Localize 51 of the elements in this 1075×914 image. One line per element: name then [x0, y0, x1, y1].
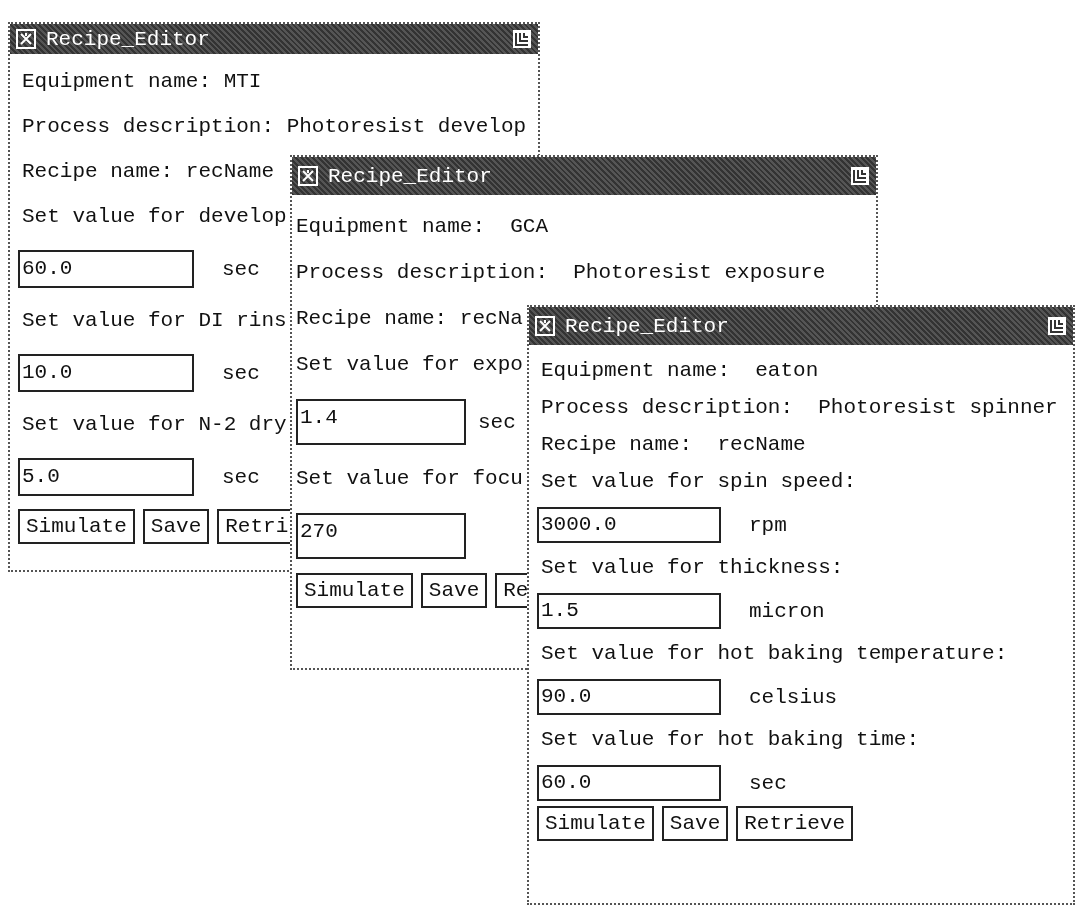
- close-icon[interactable]: [16, 29, 36, 49]
- unit-label: sec: [749, 771, 787, 795]
- action-button[interactable]: Simulate: [537, 806, 654, 841]
- maximize-icon[interactable]: [850, 166, 870, 186]
- form-label: Set value for hot baking temperature:: [541, 642, 1008, 666]
- action-button[interactable]: Save: [420, 573, 488, 608]
- close-icon[interactable]: [535, 316, 555, 336]
- unit-label: celsius: [749, 685, 838, 709]
- unit-label: micron: [749, 599, 825, 623]
- form-label: Equipment name: MTI: [22, 70, 262, 94]
- form-label: Process description: Photoresist spinner: [541, 396, 1058, 420]
- maximize-icon[interactable]: [1047, 316, 1067, 336]
- action-button[interactable]: Retrieve: [736, 806, 854, 841]
- action-button[interactable]: Save: [661, 806, 729, 841]
- unit-label: rpm: [749, 513, 787, 537]
- form-label: Equipment name: GCA: [296, 215, 549, 239]
- action-button[interactable]: Simulate: [18, 509, 135, 544]
- input-field[interactable]: 5.0: [18, 458, 194, 496]
- window-title: Recipe_Editor: [565, 314, 729, 338]
- form-label: Set value for spin speed:: [541, 470, 857, 494]
- unit-label: sec: [222, 361, 260, 385]
- form-label: Set value for hot baking time:: [541, 728, 920, 752]
- input-field[interactable]: 60.0: [537, 765, 721, 801]
- form-label: Process description: Photoresist exposure: [296, 261, 826, 285]
- form-label: Recipe name: recName: [22, 160, 275, 184]
- form-label: Set value for focu: [296, 467, 523, 491]
- form-label: Process description: Photoresist develop: [22, 115, 527, 139]
- input-field[interactable]: 3000.0: [537, 507, 721, 543]
- input-field[interactable]: 10.0: [18, 354, 194, 392]
- window-title: Recipe_Editor: [46, 27, 210, 51]
- form-label: Recipe name: recName: [541, 433, 806, 457]
- action-button[interactable]: Save: [142, 509, 210, 544]
- form-label: Set value for expo: [296, 353, 523, 377]
- input-field[interactable]: 270: [296, 513, 466, 559]
- form-label: Recipe name: recNa: [296, 307, 523, 331]
- close-icon[interactable]: [298, 166, 318, 186]
- form-label: Set value for thickness:: [541, 556, 844, 580]
- form-label: Set value for N-2 dry: [22, 413, 287, 437]
- input-field[interactable]: 1.5: [537, 593, 721, 629]
- maximize-icon[interactable]: [512, 29, 532, 49]
- input-field[interactable]: 60.0: [18, 250, 194, 288]
- unit-label: sec: [222, 465, 260, 489]
- unit-label: sec: [478, 410, 516, 434]
- form-label: Set value for develop: [22, 205, 287, 229]
- window-title: Recipe_Editor: [328, 164, 492, 188]
- unit-label: sec: [222, 257, 260, 281]
- input-field[interactable]: 90.0: [537, 679, 721, 715]
- input-field[interactable]: 1.4: [296, 399, 466, 445]
- action-button[interactable]: Simulate: [296, 573, 413, 608]
- form-label: Equipment name: eaton: [541, 359, 819, 383]
- form-label: Set value for DI rins: [22, 309, 287, 333]
